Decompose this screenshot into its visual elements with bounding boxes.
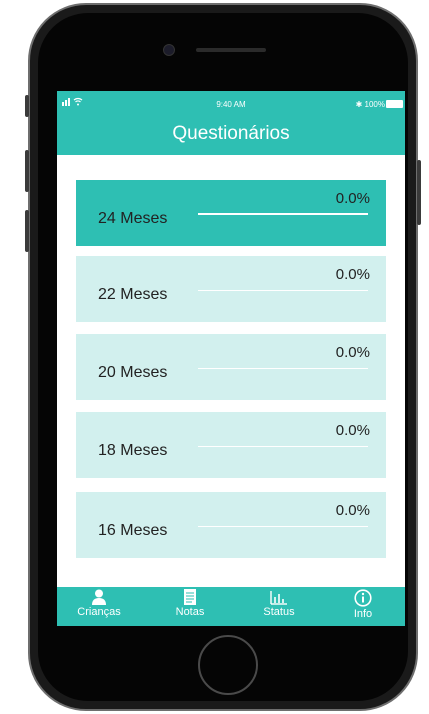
questionnaire-card-20[interactable]: 20 Meses 0.0% bbox=[76, 334, 386, 400]
volume-up-button bbox=[25, 150, 29, 192]
tab-label: Status bbox=[263, 606, 295, 618]
card-percent: 0.0% bbox=[335, 502, 370, 519]
app-header: Questionários bbox=[57, 111, 405, 155]
progress-line bbox=[198, 526, 368, 527]
card-percent: 0.0% bbox=[335, 190, 370, 207]
tab-info[interactable]: Info bbox=[328, 589, 398, 620]
tab-bar: Crianças Notas Status Info bbox=[57, 587, 405, 626]
card-percent: 0.0% bbox=[335, 266, 370, 283]
earpiece-speaker bbox=[196, 48, 266, 52]
card-label: 18 Meses bbox=[98, 442, 168, 459]
tab-status[interactable]: Status bbox=[244, 589, 314, 618]
bar-chart-icon bbox=[270, 591, 287, 605]
battery-icon bbox=[386, 100, 403, 108]
status-battery-text: ✱ 100% bbox=[356, 100, 385, 109]
questionnaire-card-16[interactable]: 16 Meses 0.0% bbox=[76, 492, 386, 558]
progress-line bbox=[198, 290, 368, 291]
questionnaire-card-24[interactable]: 24 Meses 0.0% bbox=[76, 180, 386, 246]
front-camera bbox=[163, 44, 175, 56]
card-label: 24 Meses bbox=[98, 210, 168, 227]
questionnaire-card-18[interactable]: 18 Meses 0.0% bbox=[76, 412, 386, 478]
tab-label: Notas bbox=[175, 606, 205, 618]
app-screen: 9:40 AM ✱ 100% Questionários 24 Meses 0.… bbox=[57, 91, 405, 626]
tab-criancas[interactable]: Crianças bbox=[64, 589, 134, 618]
battery-percent: 100% bbox=[364, 100, 385, 109]
status-time: 9:40 AM bbox=[216, 100, 246, 109]
card-label: 20 Meses bbox=[98, 364, 168, 381]
card-label: 16 Meses bbox=[98, 522, 168, 539]
volume-down-button bbox=[25, 210, 29, 252]
card-percent: 0.0% bbox=[335, 344, 370, 361]
info-icon bbox=[354, 589, 372, 607]
status-bar: 9:40 AM ✱ 100% bbox=[57, 91, 405, 111]
card-label: 22 Meses bbox=[98, 286, 168, 303]
progress-line bbox=[198, 446, 368, 447]
home-button[interactable] bbox=[198, 635, 258, 695]
notes-icon bbox=[184, 589, 196, 605]
tab-label: Info bbox=[353, 608, 373, 620]
progress-line bbox=[198, 368, 368, 369]
tab-notas[interactable]: Notas bbox=[155, 589, 225, 618]
power-button bbox=[417, 160, 421, 225]
bluetooth-icon: ✱ bbox=[355, 100, 363, 109]
tab-label: Crianças bbox=[77, 606, 121, 618]
mute-switch bbox=[25, 95, 29, 117]
card-percent: 0.0% bbox=[335, 422, 370, 439]
person-icon bbox=[92, 589, 106, 605]
questionnaire-card-22[interactable]: 22 Meses 0.0% bbox=[76, 256, 386, 322]
page-title: Questionários bbox=[172, 123, 290, 144]
progress-line bbox=[198, 213, 368, 215]
